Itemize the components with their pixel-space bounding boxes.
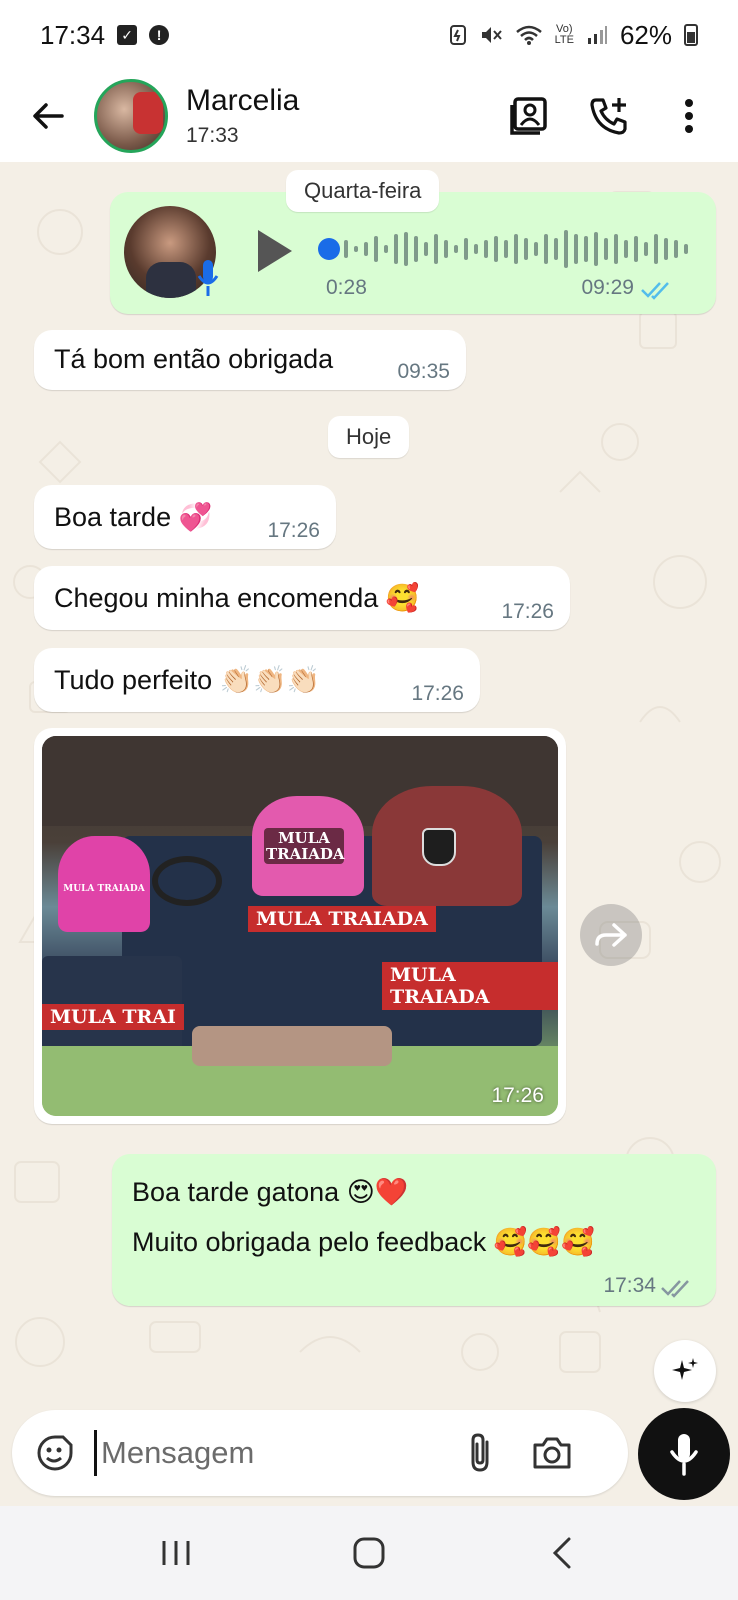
photo-time: 17:26 <box>491 1084 544 1107</box>
last-seen: 17:33 <box>186 124 239 147</box>
playback-position-dot[interactable] <box>318 238 340 260</box>
contact-card-icon <box>510 97 547 135</box>
forward-button[interactable] <box>580 904 642 966</box>
message-line-2: Muito obrigada pelo feedback 🥰🥰🥰 <box>132 1227 595 1258</box>
play-icon[interactable] <box>258 230 292 272</box>
date-separator: Quarta-feira <box>286 170 440 212</box>
back-button[interactable] <box>22 90 74 142</box>
message-time: 17:34 <box>603 1274 656 1297</box>
message-time: 09:35 <box>397 360 450 383</box>
sparkle-icon <box>672 1358 698 1380</box>
chevron-left-icon <box>552 1537 571 1569</box>
message-line-1: Boa tarde gatona 😍❤️ <box>132 1177 409 1208</box>
message-text: Chegou minha encomenda 🥰 <box>54 583 420 614</box>
cap-left-label: MULA TRAIADA <box>63 884 145 894</box>
check-notification-icon: ✓ <box>117 25 138 45</box>
message-text: Tá bom então obrigada <box>54 344 334 374</box>
status-left: 17:34 ✓ ! <box>40 19 170 51</box>
home-icon <box>353 1537 385 1569</box>
arrow-left-icon <box>33 103 64 129</box>
message-time: 17:26 <box>267 519 320 542</box>
banner-label: MULA TRAIADA <box>382 962 558 1010</box>
incoming-message[interactable]: Tudo perfeito 👏🏻👏🏻👏🏻 17:26 <box>34 648 480 712</box>
tan-shirt <box>192 1026 392 1066</box>
paperclip-icon <box>471 1433 489 1472</box>
message-time: 17:26 <box>501 600 554 623</box>
message-composer <box>12 1410 628 1496</box>
battery-icon <box>684 24 698 46</box>
signal-icon <box>587 26 607 44</box>
photo-image[interactable]: MULA TRAIADA MULA TRAIADA MULA TRAIADA M… <box>42 736 558 1116</box>
sticker-button[interactable] <box>30 1428 80 1478</box>
system-nav-bar <box>0 1506 738 1600</box>
camera-button[interactable] <box>526 1427 578 1479</box>
message-input[interactable] <box>94 1430 434 1476</box>
message-text: Boa tarde 💞 <box>54 502 213 533</box>
recent-apps-icon <box>162 1541 190 1565</box>
camera-icon <box>533 1437 571 1469</box>
alert-notification-icon: ! <box>149 25 170 45</box>
audio-waveform[interactable] <box>340 222 696 276</box>
double-check-icon <box>661 1280 689 1298</box>
recent-apps-button[interactable] <box>146 1523 206 1583</box>
voice-record-button[interactable] <box>638 1408 730 1500</box>
add-call-button[interactable] <box>582 89 636 143</box>
back-nav-button[interactable] <box>532 1523 592 1583</box>
microphone-icon <box>670 1434 698 1476</box>
status-time: 17:34 <box>40 19 106 50</box>
status-bar: 17:34 ✓ ! Vo) LTE 62% <box>0 0 738 70</box>
chat-header: Marcelia 17:33 <box>0 70 738 162</box>
contact-info[interactable]: Marcelia 17:33 <box>186 84 299 148</box>
chat-area[interactable]: 0:28 09:29 Quarta-feira Tá bom então obr… <box>0 162 738 1407</box>
cap-center-label: MULA TRAIADA <box>264 828 345 864</box>
ai-sparkle-button[interactable] <box>654 1340 716 1402</box>
cap-patch <box>422 828 456 866</box>
voice-duration: 0:28 <box>326 276 367 299</box>
more-options-button[interactable] <box>662 89 716 143</box>
header-actions <box>502 89 716 143</box>
status-right: Vo) LTE 62% <box>449 20 698 51</box>
contact-name: Marcelia <box>186 84 300 117</box>
incoming-message[interactable]: Chegou minha encomenda 🥰 17:26 <box>34 566 570 630</box>
contact-avatar[interactable] <box>94 79 168 153</box>
belt <box>152 856 222 906</box>
message-text: Tudo perfeito 👏🏻👏🏻👏🏻 <box>54 665 321 696</box>
battery-saver-icon <box>449 25 466 45</box>
mute-icon <box>481 27 502 43</box>
forward-icon <box>595 923 627 947</box>
home-button[interactable] <box>339 1523 399 1583</box>
attach-button[interactable] <box>454 1427 506 1479</box>
outgoing-message[interactable]: Boa tarde gatona 😍❤️ Muito obrigada pelo… <box>112 1154 716 1306</box>
photo-message[interactable]: MULA TRAIADA MULA TRAIADA MULA TRAIADA M… <box>34 728 566 1124</box>
incoming-message[interactable]: Tá bom então obrigada 09:35 <box>34 330 466 390</box>
more-vertical-icon <box>685 99 693 133</box>
sticker-icon <box>37 1435 73 1471</box>
phone-plus-icon <box>590 98 627 135</box>
banner-label: MULA TRAI <box>42 1004 184 1030</box>
banner-label: MULA TRAIADA <box>248 906 436 932</box>
double-check-read-icon <box>641 282 669 300</box>
message-time: 09:29 <box>581 276 634 299</box>
wifi-icon <box>515 25 542 45</box>
battery-percent: 62% <box>619 19 672 50</box>
message-time: 17:26 <box>411 682 464 705</box>
microphone-icon <box>197 260 219 296</box>
date-separator: Hoje <box>328 416 410 458</box>
video-call-button[interactable] <box>502 89 556 143</box>
incoming-message[interactable]: Boa tarde 💞 17:26 <box>34 485 336 549</box>
volte-label: Vo) LTE <box>554 23 574 46</box>
